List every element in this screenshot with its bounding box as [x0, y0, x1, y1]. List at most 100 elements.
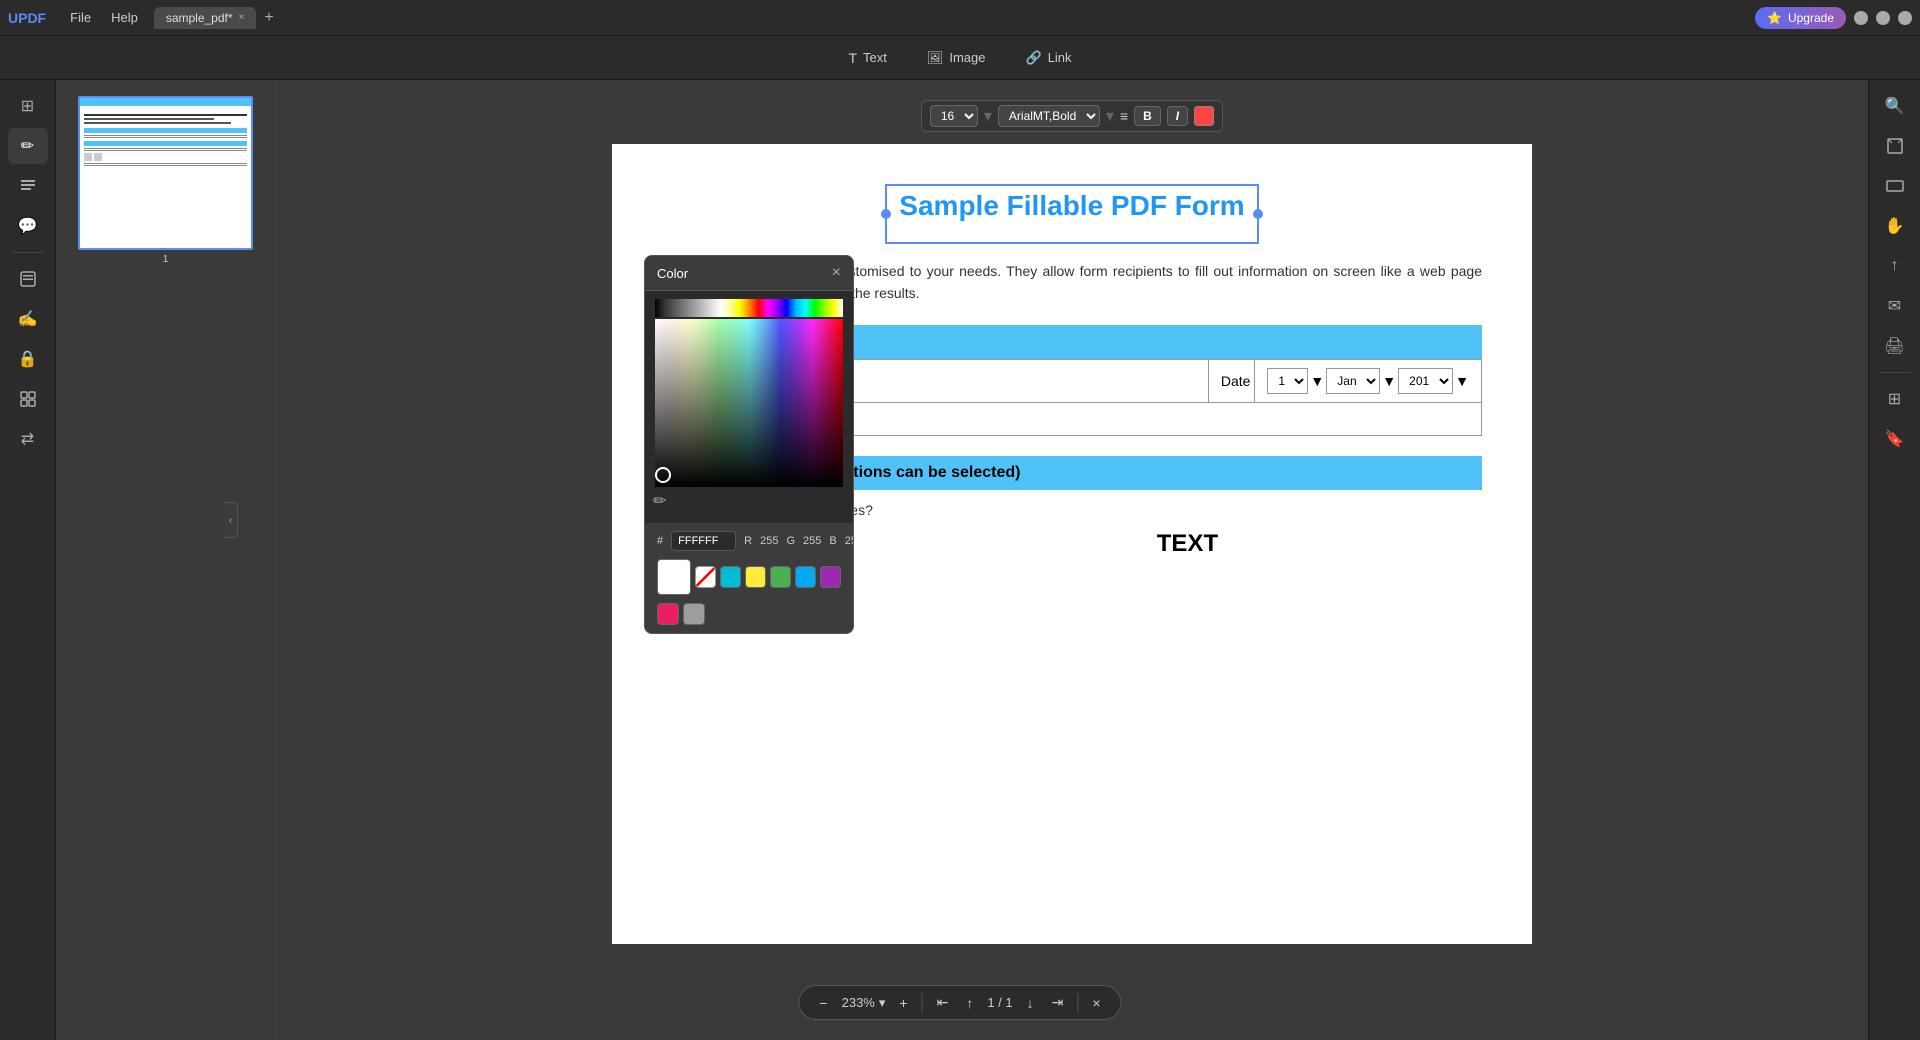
- thumbnail-page-1[interactable]: 1: [78, 96, 253, 265]
- content-area: 16 ▾ ArialMT,Bold ▾ ≡ B I Sample Fillabl…: [276, 80, 1868, 1040]
- right-fit-page-icon[interactable]: [1875, 128, 1915, 164]
- sidebar-left: ⊞ ✏ 💬 ✍ 🔒 ⇄: [0, 80, 56, 1040]
- toolbar-image[interactable]: 🖼 Image: [919, 46, 994, 70]
- swatch-row-2: [645, 603, 853, 633]
- color-cursor: [655, 467, 671, 483]
- sidebar-comment-icon[interactable]: 💬: [8, 208, 48, 244]
- selection-handle-right[interactable]: [1253, 209, 1263, 219]
- text-toolbar-label: Text: [863, 50, 887, 65]
- nav-next-btn[interactable]: ↓: [1023, 993, 1038, 1013]
- date-month-select[interactable]: Jan: [1326, 368, 1380, 394]
- right-upload-icon[interactable]: ↑: [1875, 248, 1915, 284]
- zoom-in-btn[interactable]: +: [895, 993, 911, 1013]
- tab-close-btn[interactable]: ×: [239, 12, 245, 23]
- sidebar-sign-icon[interactable]: ✍: [8, 301, 48, 337]
- app-logo: UPDF: [8, 10, 46, 26]
- hex-input[interactable]: [671, 531, 736, 551]
- text-edit-toolbar: 16 ▾ ArialMT,Bold ▾ ≡ B I: [921, 100, 1223, 132]
- right-search-icon[interactable]: 🔍: [1875, 88, 1915, 124]
- sidebar-organize-icon[interactable]: [8, 381, 48, 417]
- sidebar-protect-icon[interactable]: 🔒: [8, 341, 48, 377]
- link-toolbar-icon: 🔗: [1026, 50, 1042, 66]
- upgrade-icon: ⭐: [1767, 11, 1782, 25]
- page-current: 1: [987, 995, 994, 1010]
- r-label: R: [744, 535, 752, 547]
- close-btn[interactable]: [1898, 11, 1912, 25]
- upgrade-button[interactable]: ⭐ Upgrade: [1755, 7, 1846, 29]
- sidebar-divider-1: [12, 252, 44, 253]
- right-print-icon[interactable]: 🖨: [1875, 328, 1915, 364]
- text-toolbar-icon: T: [848, 50, 857, 66]
- sidebar-pages-icon[interactable]: ⊞: [8, 88, 48, 124]
- zoom-out-btn[interactable]: −: [815, 993, 831, 1013]
- minimize-btn[interactable]: [1854, 11, 1868, 25]
- bold-button[interactable]: B: [1134, 106, 1161, 126]
- modal-close-btn[interactable]: ×: [832, 264, 841, 282]
- eyedropper-icon[interactable]: ✏: [653, 491, 666, 511]
- text-watermark: TEXT: [1157, 530, 1218, 558]
- swatch-gray[interactable]: [683, 603, 705, 625]
- swatch-pink[interactable]: [657, 603, 679, 625]
- address-input-cell[interactable]: [776, 402, 1481, 435]
- color-picker-modal: Color × ✏ # R 255 G 255 B 255: [644, 255, 854, 634]
- font-size-select[interactable]: 16: [930, 105, 978, 127]
- selection-handle-left[interactable]: [881, 209, 891, 219]
- page-info: 1 / 1: [987, 995, 1012, 1010]
- r-value: 255: [760, 535, 778, 547]
- text-color-box[interactable]: [1194, 106, 1214, 126]
- modal-header: Color ×: [645, 256, 853, 291]
- sidebar-right: 🔍 ✋ ↑ ✉ 🖨 ⊞ 🔖: [1868, 80, 1920, 1040]
- date-label: Date: [1208, 359, 1255, 402]
- maximize-btn[interactable]: [1876, 11, 1890, 25]
- font-name-select[interactable]: ArialMT,Bold: [998, 105, 1100, 127]
- page-separator: /: [998, 995, 1005, 1010]
- right-layers-icon[interactable]: ⊞: [1875, 381, 1915, 417]
- right-bookmark-icon[interactable]: 🔖: [1875, 421, 1915, 457]
- swatch-cyan[interactable]: [720, 566, 741, 588]
- list-icon[interactable]: ≡: [1120, 108, 1128, 124]
- menu-file[interactable]: File: [62, 8, 99, 27]
- zoom-dropdown-icon: ▾: [879, 995, 886, 1011]
- right-email-icon[interactable]: ✉: [1875, 288, 1915, 324]
- toolbar-link[interactable]: 🔗 Link: [1018, 46, 1080, 70]
- sidebar-convert-icon[interactable]: ⇄: [8, 421, 48, 457]
- toolbar-divider-2: [1077, 993, 1078, 1013]
- date-cell: 1 ▼ Jan ▼ 201 ▼: [1255, 359, 1482, 402]
- date-year-select[interactable]: 201: [1398, 368, 1453, 394]
- date-month-arrow: ▼: [1382, 373, 1396, 389]
- nav-last-btn[interactable]: ⇥: [1048, 992, 1068, 1013]
- menu-help[interactable]: Help: [103, 8, 146, 27]
- sidebar-annotate-icon[interactable]: [8, 168, 48, 204]
- image-toolbar-label: Image: [949, 50, 985, 65]
- swatch-light-blue[interactable]: [795, 566, 816, 588]
- current-color-swatch[interactable]: [657, 559, 691, 595]
- color-spectrum[interactable]: [655, 319, 843, 487]
- right-fit-width-icon[interactable]: [1875, 168, 1915, 204]
- nav-prev-btn[interactable]: ↑: [962, 993, 977, 1013]
- swatch-transparent[interactable]: [695, 566, 716, 588]
- sidebar-edit-icon[interactable]: ✏: [8, 128, 48, 164]
- swatch-green[interactable]: [770, 566, 791, 588]
- page-total: 1: [1005, 995, 1012, 1010]
- tab-add-btn[interactable]: +: [258, 9, 279, 27]
- hue-bar[interactable]: [655, 299, 843, 317]
- toolbar-close-btn[interactable]: ×: [1088, 993, 1104, 1013]
- tab-sample-pdf[interactable]: sample_pdf* ×: [154, 7, 257, 29]
- toolbar-text[interactable]: T Text: [840, 46, 894, 70]
- swatch-yellow[interactable]: [745, 566, 766, 588]
- hex-hash: #: [657, 535, 663, 547]
- nav-first-btn[interactable]: ⇤: [933, 992, 953, 1013]
- color-inputs: # R 255 G 255 B 255: [645, 523, 853, 559]
- italic-button[interactable]: I: [1167, 106, 1188, 126]
- date-year-arrow: ▼: [1455, 373, 1469, 389]
- panel-toggle[interactable]: ‹: [224, 502, 238, 538]
- swatch-purple[interactable]: [820, 566, 841, 588]
- right-hand-icon[interactable]: ✋: [1875, 208, 1915, 244]
- pdf-title: Sample Fillable PDF Form: [899, 190, 1244, 222]
- sidebar-form-icon[interactable]: [8, 261, 48, 297]
- date-day-select[interactable]: 1: [1267, 368, 1308, 394]
- selected-title-box[interactable]: Sample Fillable PDF Form: [885, 184, 1258, 244]
- swatch-row-1: [645, 559, 853, 603]
- menu-bar: File Help: [62, 8, 146, 27]
- modal-title: Color: [657, 266, 688, 281]
